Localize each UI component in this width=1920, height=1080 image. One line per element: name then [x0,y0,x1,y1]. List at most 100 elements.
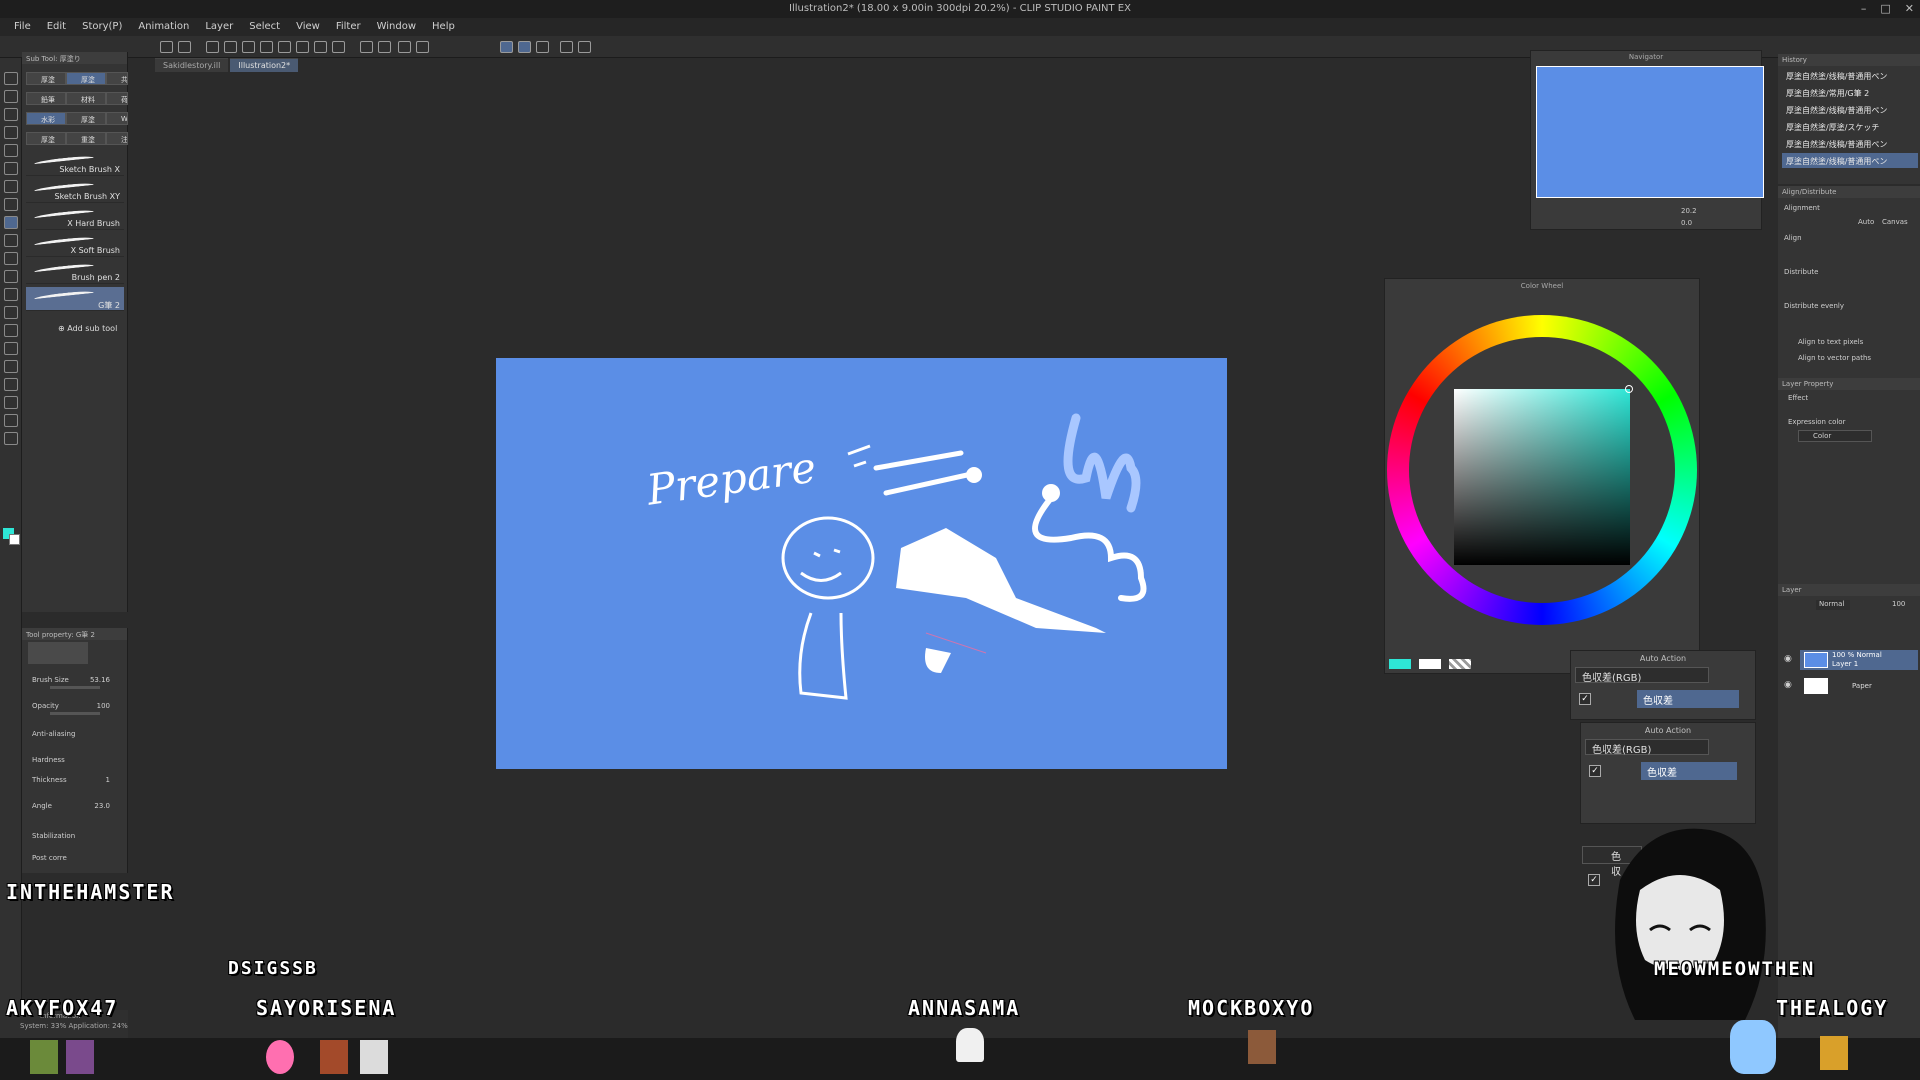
color-icon[interactable] [560,41,573,53]
move-layer-icon[interactable] [4,126,18,139]
eye-icon[interactable]: ◉ [1784,654,1792,664]
subtool-group[interactable]: 厚塗 [66,72,106,85]
zoom-icon[interactable] [4,72,18,85]
menu-story[interactable]: Story(P) [74,18,130,36]
brush-item-selected[interactable]: G筆 2 [26,287,124,311]
export-icon[interactable] [260,41,273,53]
subtool-group[interactable]: Wate [106,112,128,125]
tab-illustration2[interactable]: Illustration2* [230,58,299,72]
eraser-icon[interactable] [4,270,18,283]
redo-icon[interactable] [332,41,345,53]
fill-bucket-icon[interactable] [4,306,18,319]
minimize-icon[interactable]: – [1861,2,1867,15]
subtool-group[interactable]: 荷物 [106,92,128,105]
subtool-group[interactable]: 水彩 [26,112,66,125]
brush-item[interactable]: Sketch Brush XY [26,179,124,203]
history-item[interactable]: 厚塗自然塗/线稿/普通用ペン [1782,136,1918,151]
lasso-icon[interactable] [4,144,18,157]
subtool-group[interactable]: 重塗 [66,132,106,145]
saturation-value-square[interactable] [1454,389,1630,565]
selection-icon[interactable] [378,41,391,53]
menu-help[interactable]: Help [424,18,463,36]
align-vector-paths-option[interactable]: Align to vector paths [1798,354,1871,362]
snap-perspective-icon[interactable] [536,41,549,53]
brush-size-row[interactable]: Brush Size 53.16 [32,676,128,689]
post-correction-row[interactable]: Post corre [32,854,128,862]
snap-ruler-icon[interactable] [500,41,513,53]
layer-icon[interactable] [296,41,309,53]
subtool-group[interactable]: 厚塗 [26,72,66,85]
auto-action-item[interactable]: 色収差 [1637,690,1739,708]
menu-window[interactable]: Window [369,18,424,36]
subtool-group[interactable]: 注意 [106,132,128,145]
main-color-chip[interactable] [1389,659,1411,669]
subtool-group[interactable]: 材料 [66,92,106,105]
subtool-group[interactable]: 共通 [106,72,128,85]
menu-view[interactable]: View [288,18,328,36]
drawing-canvas[interactable]: Prepare [496,358,1227,769]
transform-icon[interactable] [360,41,373,53]
menu-file[interactable]: File [6,18,39,36]
history-item[interactable]: 厚塗自然塗/线稿/普通用ペン [1782,102,1918,117]
gradient-icon[interactable] [4,324,18,337]
open-file-icon[interactable] [224,41,237,53]
menu-select[interactable]: Select [241,18,288,36]
crop-icon[interactable] [416,41,429,53]
new-file-icon[interactable] [206,41,219,53]
transparent-color-chip[interactable] [1449,659,1471,669]
eye-icon[interactable]: ◉ [1784,680,1792,690]
layer-opacity-value[interactable]: 100 [1892,600,1905,608]
guide-icon[interactable] [578,41,591,53]
layer-row-selected[interactable]: 100 % Normal Layer 1 [1800,650,1918,670]
pen-icon[interactable] [4,198,18,211]
figure-icon[interactable] [4,342,18,355]
subtool-group[interactable]: 鉛筆 [26,92,66,105]
blend-icon[interactable] [4,288,18,301]
brush-item[interactable]: Sketch Brush X [26,152,124,176]
menu-icon[interactable] [160,41,173,53]
add-sub-tool-button[interactable]: ⊕ Add sub tool [58,324,117,333]
antialias-row[interactable]: Anti-aliasing [32,730,128,738]
clip-studio-icon[interactable] [178,41,191,53]
airbrush-icon[interactable] [4,234,18,247]
close-icon[interactable]: ✕ [1905,2,1914,15]
brush-item[interactable]: X Hard Brush [26,206,124,230]
brush-item[interactable]: Brush pen 2 [26,260,124,284]
menu-layer[interactable]: Layer [197,18,241,36]
brush-icon[interactable] [4,216,18,229]
history-item[interactable]: 厚塗自然塗/常用/G筆 2 [1782,85,1918,100]
stabilization-row[interactable]: Stabilization [32,832,128,840]
expression-color-select[interactable]: Color [1798,430,1872,442]
snap-grid-icon[interactable] [518,41,531,53]
subtool-group[interactable]: 厚塗 [66,112,106,125]
history-item-selected[interactable]: 厚塗自然塗/线稿/普通用ペン [1782,153,1918,168]
sub-color-swatch[interactable] [9,534,20,545]
print-icon[interactable] [278,41,291,53]
history-item[interactable]: 厚塗自然塗/线稿/普通用ペン [1782,68,1918,83]
brush-item[interactable]: X Soft Brush [26,233,124,257]
blend-mode-select[interactable]: Normal [1816,600,1850,610]
fill-icon[interactable] [398,41,411,53]
auto-action-item[interactable]: 色収差 [1641,762,1737,780]
hand-icon[interactable] [4,90,18,103]
color-picker-handle[interactable] [1625,385,1633,393]
subtool-group[interactable]: 厚塗 [26,132,66,145]
opacity-slider[interactable] [50,712,100,715]
maximize-icon[interactable]: □ [1880,2,1890,15]
auto-action-set-select[interactable]: 色収差(RGB) [1585,739,1709,756]
auto-action-set-select[interactable]: 色収差(RGB) [1575,667,1709,684]
brush-size-slider[interactable] [50,686,100,689]
frame-border-icon[interactable] [4,360,18,373]
opacity-row[interactable]: Opacity 100 [32,702,128,715]
ruler-icon[interactable] [4,378,18,391]
action-checkbox[interactable]: ✓ [1579,693,1591,705]
decoration-icon[interactable] [4,252,18,265]
menu-filter[interactable]: Filter [328,18,369,36]
balloon-icon[interactable] [4,414,18,427]
menu-animation[interactable]: Animation [130,18,197,36]
undo-icon[interactable] [314,41,327,53]
operation-icon[interactable] [4,108,18,121]
save-icon[interactable] [242,41,255,53]
angle-row[interactable]: Angle 23.0 [32,802,128,810]
hardness-row[interactable]: Hardness [32,756,128,764]
